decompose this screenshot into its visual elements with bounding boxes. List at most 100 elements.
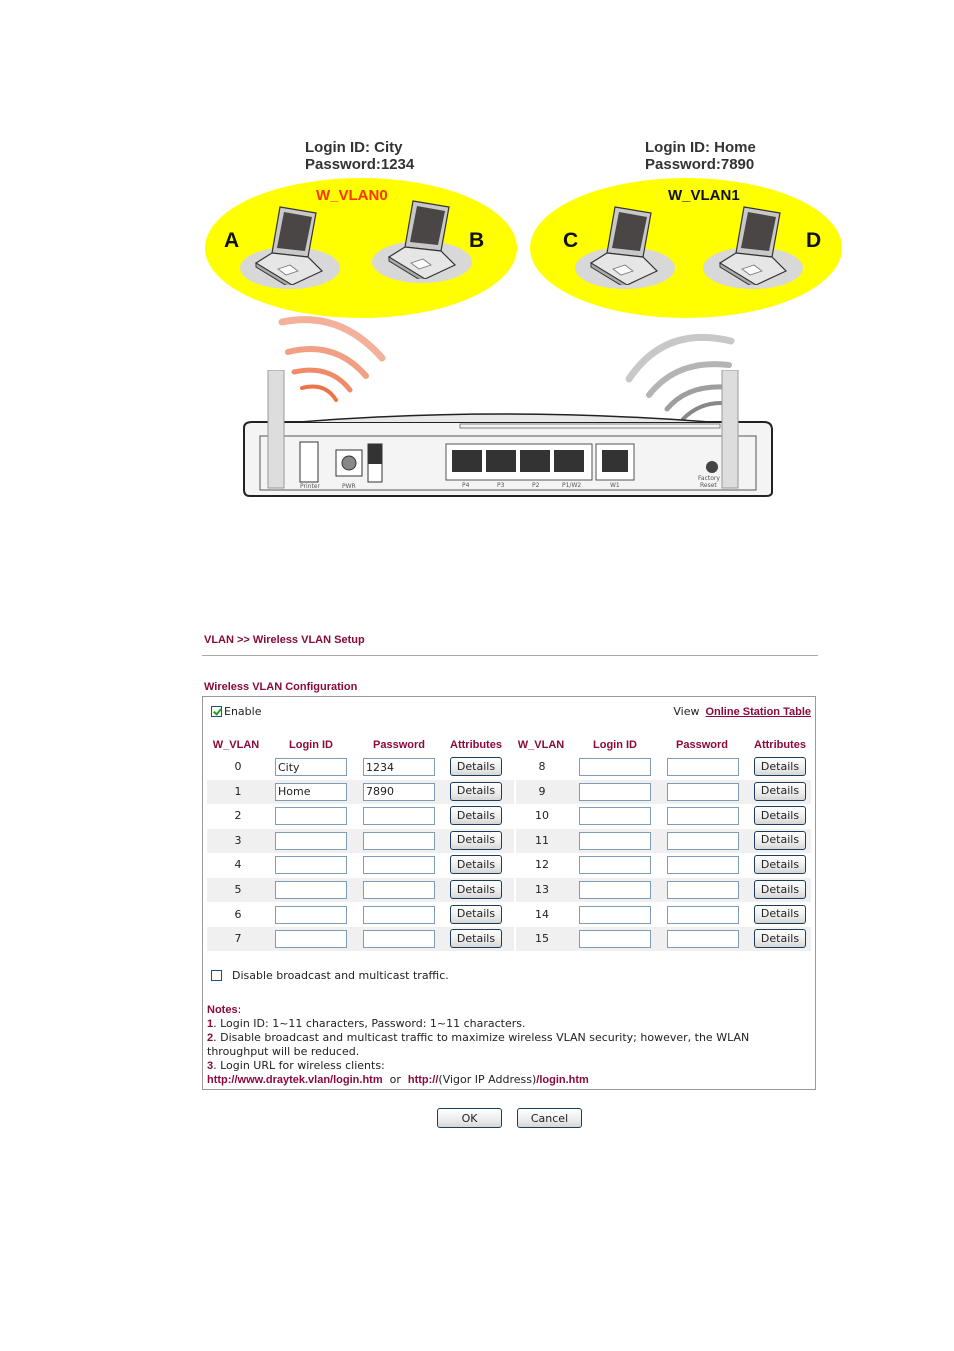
login-id-input[interactable] bbox=[579, 831, 651, 850]
login-id-input[interactable] bbox=[275, 856, 347, 875]
ok-button[interactable]: OK bbox=[437, 1108, 502, 1128]
enable-option[interactable]: Enable bbox=[211, 705, 261, 718]
notes: Notes: 1. Login ID: 1~11 characters, Pas… bbox=[207, 1003, 807, 1087]
router-label-pwr: PWR bbox=[342, 483, 356, 490]
password-input[interactable] bbox=[667, 831, 739, 850]
password-input[interactable] bbox=[363, 807, 435, 826]
login-id-input[interactable] bbox=[275, 807, 347, 826]
column-divider bbox=[514, 804, 516, 829]
details-button[interactable]: Details bbox=[754, 880, 806, 899]
details-button[interactable]: Details bbox=[450, 929, 502, 949]
details-button[interactable]: Details bbox=[754, 929, 806, 949]
vigor-url-suffix[interactable]: /login.htm bbox=[536, 1074, 589, 1086]
details-button[interactable]: Details bbox=[754, 830, 806, 850]
login-id-input[interactable] bbox=[275, 782, 347, 801]
online-station-table-link[interactable]: Online Station Table bbox=[705, 706, 811, 718]
password-input[interactable] bbox=[363, 831, 435, 850]
details-button[interactable]: Details bbox=[450, 806, 502, 826]
login-id-input[interactable] bbox=[275, 881, 347, 899]
details-button[interactable]: Details bbox=[450, 757, 502, 776]
password-input[interactable] bbox=[667, 905, 739, 924]
vlan-number: 7 bbox=[234, 932, 242, 946]
vlan-number: 12 bbox=[535, 858, 549, 872]
node-label-d: D bbox=[806, 229, 822, 252]
details-button[interactable]: Details bbox=[450, 880, 502, 899]
header-password-left: Password bbox=[373, 739, 425, 751]
header-attributes-left: Attributes bbox=[450, 739, 502, 751]
details-button[interactable]: Details bbox=[754, 806, 806, 826]
login-id-input[interactable] bbox=[579, 905, 651, 924]
config-panel: Enable View Online Station Table W_VLAN L… bbox=[202, 696, 816, 1090]
router-label-printer: Printer bbox=[300, 483, 320, 490]
group0-password-label: Password:1234 bbox=[305, 156, 415, 173]
password-input[interactable] bbox=[667, 856, 739, 875]
password-input[interactable] bbox=[363, 782, 435, 801]
wvlan0-label: W_VLAN0 bbox=[316, 187, 388, 204]
header-login-left: Login ID bbox=[289, 739, 333, 751]
table-row: 6 Details 14 Details bbox=[207, 902, 811, 927]
password-input[interactable] bbox=[667, 881, 739, 899]
details-button[interactable]: Details bbox=[450, 781, 502, 801]
vlan-number: 8 bbox=[538, 760, 546, 773]
wvlan1-label: W_VLAN1 bbox=[668, 187, 740, 204]
table-row: 5 Details 13 Details bbox=[207, 878, 811, 902]
details-button[interactable]: Details bbox=[754, 904, 806, 924]
password-input[interactable] bbox=[363, 881, 435, 899]
login-id-input[interactable] bbox=[579, 758, 651, 776]
vlan-number: 5 bbox=[234, 883, 242, 896]
password-input[interactable] bbox=[363, 930, 435, 949]
login-id-input[interactable] bbox=[579, 856, 651, 875]
group1-login-label: Login ID: Home bbox=[645, 139, 756, 156]
password-input[interactable] bbox=[363, 905, 435, 924]
login-id-input[interactable] bbox=[579, 782, 651, 801]
node-label-b: B bbox=[469, 229, 485, 252]
table-row: 3 Details 11 Details bbox=[207, 828, 811, 853]
vlan-number: 9 bbox=[538, 784, 546, 798]
details-button[interactable]: Details bbox=[754, 781, 806, 801]
vlan-number: 6 bbox=[234, 907, 242, 921]
details-button[interactable]: Details bbox=[450, 855, 502, 875]
password-input[interactable] bbox=[667, 807, 739, 826]
draytek-login-url[interactable]: http://www.draytek.vlan/login.htm bbox=[207, 1074, 383, 1086]
login-id-input[interactable] bbox=[275, 758, 347, 776]
header-wvlan-left: W_VLAN bbox=[212, 739, 260, 751]
vlan-number: 14 bbox=[535, 907, 549, 921]
column-divider bbox=[514, 779, 516, 804]
login-id-input[interactable] bbox=[579, 807, 651, 826]
login-id-input[interactable] bbox=[579, 881, 651, 899]
note-3: 3. Login URL for wireless clients: bbox=[207, 1059, 385, 1072]
notes-title: Notes bbox=[207, 1004, 238, 1016]
enable-checkbox[interactable] bbox=[211, 706, 222, 717]
password-input[interactable] bbox=[667, 758, 739, 776]
password-input[interactable] bbox=[363, 856, 435, 875]
router-label-p1w2: P1/W2 bbox=[562, 482, 581, 489]
router-label-reset: Reset bbox=[700, 482, 717, 489]
details-button[interactable]: Details bbox=[754, 855, 806, 875]
vlan-number: 3 bbox=[234, 833, 242, 847]
password-input[interactable] bbox=[667, 782, 739, 801]
login-id-input[interactable] bbox=[275, 930, 347, 949]
details-button[interactable]: Details bbox=[450, 830, 502, 850]
column-divider bbox=[514, 878, 516, 902]
login-id-input[interactable] bbox=[275, 905, 347, 924]
vlan-number: 15 bbox=[535, 932, 549, 946]
disable-broadcast-label: Disable broadcast and multicast traffic. bbox=[232, 969, 449, 982]
header-login-right: Login ID bbox=[593, 739, 637, 751]
column-divider bbox=[514, 927, 516, 952]
password-input[interactable] bbox=[667, 930, 739, 949]
view-label: View bbox=[673, 705, 700, 718]
router-label-p3: P3 bbox=[497, 482, 505, 489]
disable-broadcast-checkbox[interactable] bbox=[211, 970, 222, 981]
cancel-button[interactable]: Cancel bbox=[517, 1108, 582, 1128]
table-row: 7 Details 15 Details bbox=[207, 927, 811, 952]
details-button[interactable]: Details bbox=[450, 904, 502, 924]
login-id-input[interactable] bbox=[275, 831, 347, 850]
vigor-url-prefix[interactable]: http:// bbox=[408, 1074, 439, 1086]
laptop-b-icon bbox=[387, 200, 457, 279]
login-id-input[interactable] bbox=[579, 930, 651, 949]
disable-broadcast-option[interactable]: Disable broadcast and multicast traffic. bbox=[211, 969, 449, 982]
vlan-number: 13 bbox=[535, 883, 549, 896]
password-input[interactable] bbox=[363, 758, 435, 776]
details-button[interactable]: Details bbox=[754, 757, 806, 776]
laptop-d-icon bbox=[718, 206, 788, 285]
